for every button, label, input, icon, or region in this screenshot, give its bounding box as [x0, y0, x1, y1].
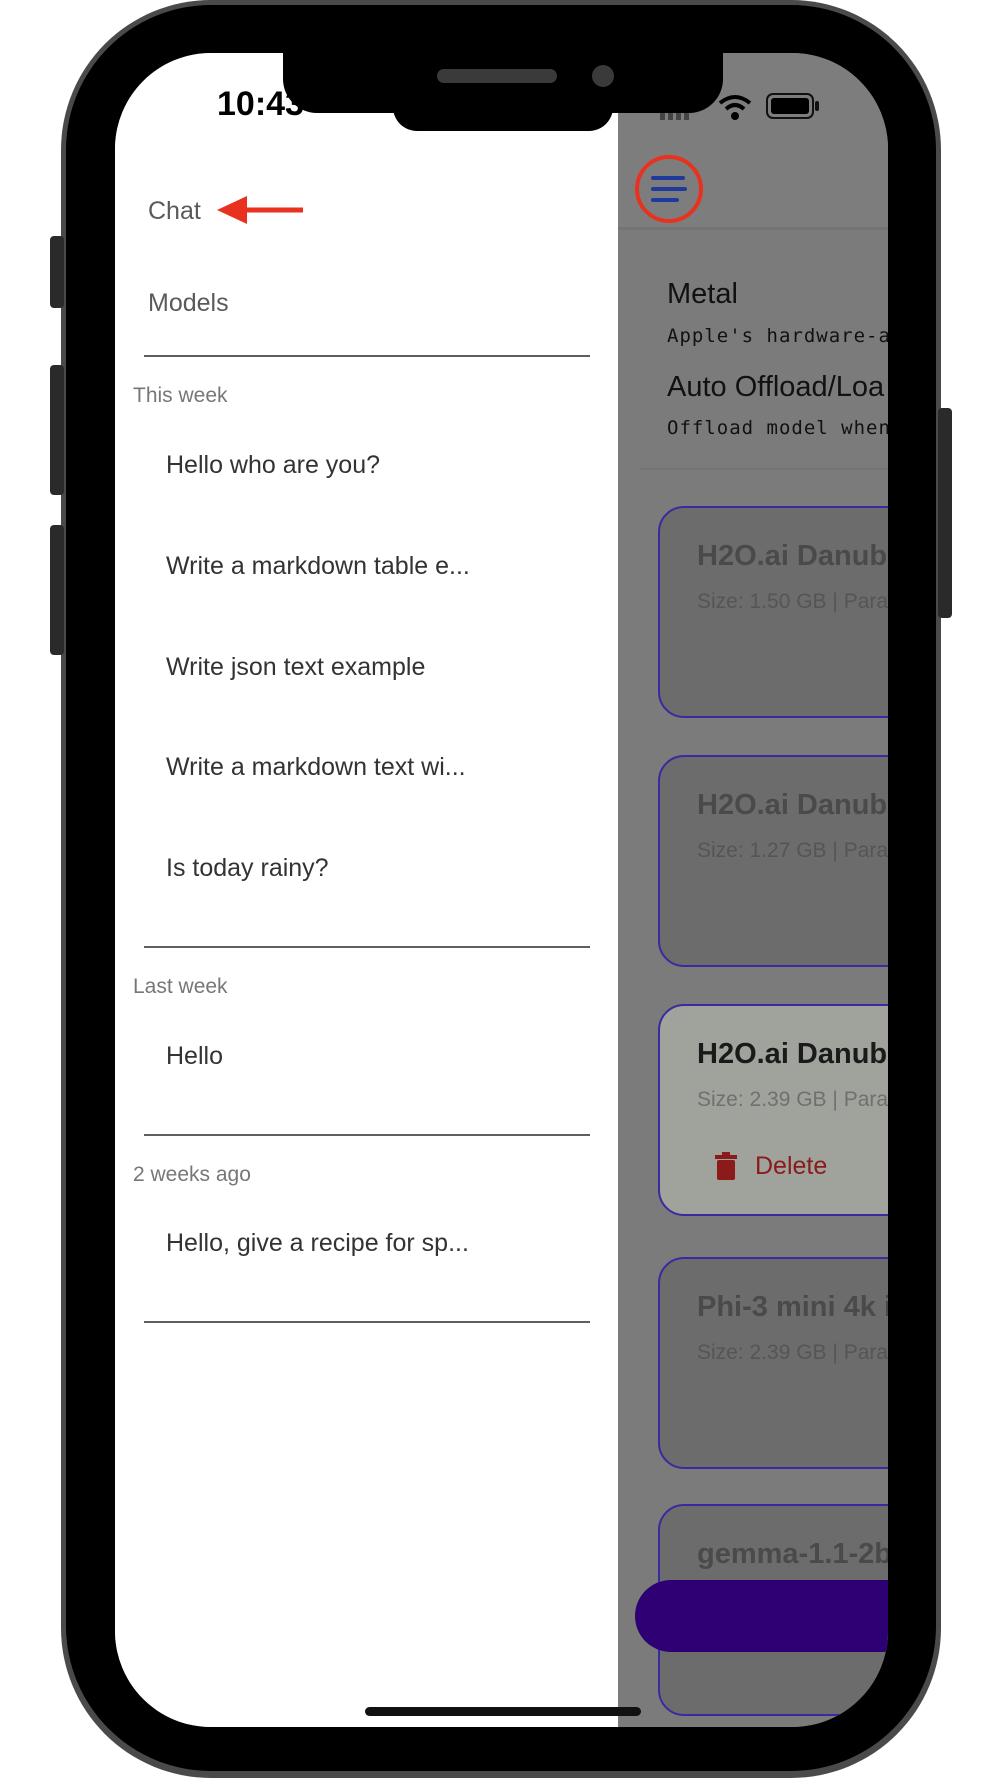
side-button-mute [50, 236, 64, 308]
model-card[interactable]: H2O.ai Danube Size: 1.50 GB | Para [658, 506, 888, 718]
side-button-power [938, 408, 952, 618]
drawer-divider [144, 1321, 590, 1323]
side-button-volume-down [50, 525, 64, 655]
section-label-2-weeks-ago: 2 weeks ago [133, 1163, 251, 1186]
chat-history-item[interactable]: Write a markdown table e... [166, 552, 470, 581]
section-label-last-week: Last week [133, 975, 228, 998]
chat-history-item[interactable]: Hello, give a recipe for sp... [166, 1229, 469, 1258]
model-card-title: H2O.ai Danube [697, 789, 888, 821]
model-card[interactable]: Phi-3 mini 4k i Size: 2.39 GB | Para [658, 1257, 888, 1469]
delete-label: Delete [755, 1151, 828, 1180]
drawer-item-models[interactable]: Models [148, 289, 229, 318]
section-label-this-week: This week [133, 384, 228, 407]
annotation-arrow-icon [215, 193, 305, 227]
menu-button[interactable] [633, 153, 705, 225]
trash-icon [715, 1152, 737, 1180]
model-card-subtitle: Size: 1.50 GB | Para [697, 590, 888, 613]
hamburger-menu-icon [635, 155, 703, 223]
chat-history-item[interactable]: Hello who are you? [166, 451, 380, 480]
home-indicator[interactable] [365, 1707, 641, 1716]
wifi-icon [718, 93, 752, 121]
settings-divider [640, 468, 888, 470]
delete-button[interactable]: Delete [715, 1146, 827, 1186]
chat-history-item[interactable]: Is today rainy? [166, 854, 329, 883]
model-card-subtitle: Size: 2.39 GB | Para [697, 1088, 888, 1111]
setting-metal-title: Metal [667, 278, 738, 310]
model-card-subtitle: Size: 1.27 GB | Para [697, 839, 888, 862]
model-card-title: Phi-3 mini 4k i [697, 1291, 888, 1323]
setting-auto-offload-subtitle: Offload model when a [667, 417, 888, 439]
model-card-title: H2O.ai Danube [697, 540, 888, 572]
side-button-volume-up [50, 365, 64, 495]
setting-metal-subtitle: Apple's hardware-acc [667, 325, 888, 347]
app-bar-divider [618, 227, 888, 230]
battery-icon [766, 93, 821, 119]
front-camera [592, 65, 614, 87]
model-card-title: gemma-1.1-2b [697, 1538, 888, 1570]
chat-history-item[interactable]: Write json text example [166, 653, 425, 682]
drawer-item-chat[interactable]: Chat [148, 197, 201, 226]
setting-auto-offload-title: Auto Offload/Loa [667, 371, 885, 403]
speaker-grille [437, 69, 557, 83]
notch-lower [393, 103, 613, 131]
drawer-divider [144, 355, 590, 357]
model-card-downloaded[interactable]: H2O.ai Danube Size: 2.39 GB | Para Delet… [658, 1004, 888, 1216]
model-card[interactable]: H2O.ai Danube Size: 1.27 GB | Para [658, 755, 888, 967]
floating-action-button[interactable] [635, 1580, 888, 1652]
drawer-divider [144, 1134, 590, 1136]
chat-history-item[interactable]: Hello [166, 1042, 223, 1071]
model-card-subtitle: Size: 2.39 GB | Para [697, 1341, 888, 1364]
chat-history-item[interactable]: Write a markdown text wi... [166, 753, 466, 782]
drawer-divider [144, 946, 590, 948]
model-card-title: H2O.ai Danube [697, 1038, 888, 1070]
screen: Metal Apple's hardware-acc Auto Offload/… [115, 53, 888, 1727]
